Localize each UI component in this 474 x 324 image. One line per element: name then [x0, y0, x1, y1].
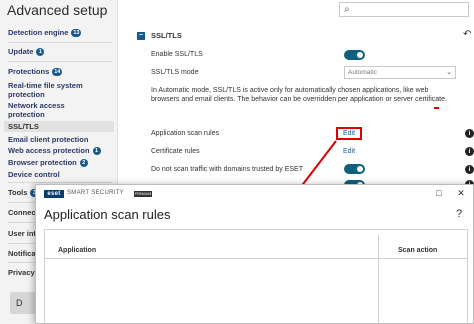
header-divider — [44, 258, 468, 259]
annotation-mark — [434, 107, 439, 109]
count-badge: 14 — [52, 68, 63, 77]
sidebar-item-device-control[interactable]: Device control — [8, 170, 60, 179]
sidebar-item-label: User int — [8, 229, 36, 238]
sidebar-item-label: Browser protection — [8, 158, 77, 167]
count-badge: 2 — [79, 159, 88, 168]
sidebar-item-web-access[interactable]: Web access protection 1 — [8, 146, 101, 156]
sidebar-item-label: Tools — [8, 188, 28, 197]
sidebar-item-network-access[interactable]: Network access — [8, 101, 65, 110]
divider — [8, 61, 112, 62]
column-divider — [378, 235, 379, 324]
chevron-down-icon: ⌄ — [446, 69, 452, 76]
sidebar-item-connectivity[interactable]: Connect — [8, 208, 38, 217]
help-icon[interactable]: ? — [456, 208, 462, 220]
sidebar-item-realtime-fs-2[interactable]: protection — [8, 90, 45, 99]
default-button[interactable]: D — [10, 292, 36, 314]
count-badge: 13 — [71, 29, 82, 38]
info-icon[interactable]: i — [465, 129, 474, 138]
sidebar-item-user-interface[interactable]: User int — [8, 229, 36, 238]
count-badge: 1 — [92, 147, 101, 156]
sidebar-item-label: protection — [8, 110, 45, 119]
info-icon[interactable]: i — [465, 165, 474, 174]
sidebar-item-tools[interactable]: Tools3 — [8, 188, 39, 198]
dialog-titlebar: eset SMART SECURITY PREMIUM □ ✕ — [36, 185, 473, 203]
edit-highlight-box — [336, 127, 362, 140]
enable-ssl-toggle[interactable] — [344, 50, 365, 60]
rules-table — [44, 229, 468, 324]
column-header-scan-action[interactable]: Scan action — [398, 247, 437, 254]
column-header-application[interactable]: Application — [58, 247, 96, 254]
sidebar-item-label: SSL/TLS — [8, 122, 39, 131]
sidebar-item-label: Update — [8, 47, 34, 56]
sidebar-item-notifications[interactable]: Notifica — [8, 249, 36, 258]
collapse-icon[interactable]: − — [137, 32, 145, 40]
sidebar-item-label: Network access — [8, 101, 65, 110]
sidebar-item-label: Device control — [8, 170, 60, 179]
sidebar-item-label: Email client protection — [8, 135, 89, 144]
cert-rules-edit-link[interactable]: Edit — [343, 148, 355, 155]
ssl-mode-label: SSL/TLS mode — [151, 69, 199, 76]
product-name: SMART SECURITY — [67, 190, 124, 196]
sidebar-item-label: Notifica — [8, 249, 36, 258]
info-icon[interactable]: i — [465, 147, 474, 156]
divider — [8, 42, 112, 43]
sidebar-item-detection-engine[interactable]: Detection engine 13 — [8, 28, 82, 38]
divider — [8, 182, 112, 183]
eset-logo: eset — [44, 190, 64, 198]
product-edition-badge: PREMIUM — [134, 191, 152, 197]
revert-icon[interactable]: ↶ — [463, 29, 471, 40]
sidebar-item-protections[interactable]: Protections 14 — [8, 67, 63, 77]
enable-ssl-label: Enable SSL/TLS — [151, 51, 203, 58]
trusted-domains-toggle[interactable] — [344, 164, 365, 174]
ssl-mode-description: In Automatic mode, SSL/TLS is active onl… — [151, 87, 447, 103]
search-icon: ⌕ — [344, 4, 350, 15]
sidebar-item-network-access-2[interactable]: protection — [8, 110, 45, 119]
maximize-icon[interactable]: □ — [432, 188, 446, 198]
count-badge: 1 — [36, 48, 45, 57]
sidebar-item-update[interactable]: Update 1 — [8, 47, 45, 57]
application-scan-rules-dialog: eset SMART SECURITY PREMIUM □ ✕ Applicat… — [35, 184, 474, 324]
ssl-mode-value: Automatic — [348, 69, 377, 76]
sidebar-item-label: Detection engine — [8, 28, 69, 37]
sidebar-item-label: Protections — [8, 67, 50, 76]
sidebar-item-realtime-fs[interactable]: Real-time file system — [8, 81, 83, 90]
sidebar-item-email-client[interactable]: Email client protection — [8, 135, 88, 144]
sidebar-item-browser[interactable]: Browser protection 2 — [8, 158, 88, 168]
sidebar-item-label: protection — [8, 90, 45, 99]
app-scan-rules-label: Application scan rules — [151, 130, 220, 137]
section-title: SSL/TLS — [151, 31, 182, 40]
app-title: Advanced setup — [7, 2, 108, 18]
dialog-title: Application scan rules — [44, 207, 171, 222]
cert-rules-label: Certificate rules — [151, 148, 200, 155]
close-icon[interactable]: ✕ — [454, 188, 468, 199]
search-input[interactable]: ⌕ — [339, 2, 469, 17]
trusted-domains-label: Do not scan traffic with domains trusted… — [151, 166, 303, 173]
ssl-mode-select[interactable]: Automatic ⌄ — [344, 66, 456, 79]
sidebar-item-ssl-tls[interactable]: SSL/TLS — [4, 121, 114, 132]
sidebar-item-label: Connect — [8, 208, 38, 217]
sidebar-item-label: Web access protection — [8, 146, 90, 155]
sidebar-item-label: Real-time file system — [8, 81, 83, 90]
